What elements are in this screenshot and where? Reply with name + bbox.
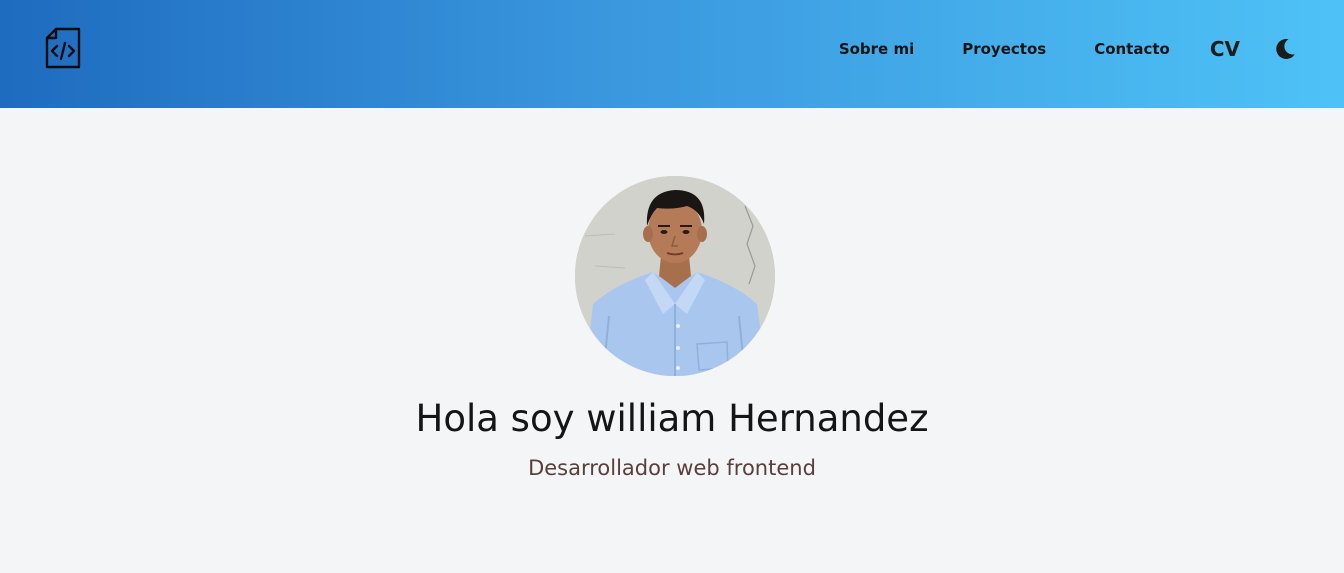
theme-toggle-button[interactable]	[1272, 36, 1298, 62]
hero-section: Hola soy william Hernandez Desarrollador…	[0, 108, 1344, 573]
hero-subtitle: Desarrollador web frontend	[528, 456, 816, 480]
site-header: Sobre mi Proyectos Contacto CV	[0, 0, 1344, 108]
moon-icon	[1276, 38, 1295, 59]
avatar	[575, 176, 775, 376]
hero-title: Hola soy william Hernandez	[415, 397, 929, 440]
nav-link-sobre-mi[interactable]: Sobre mi	[839, 40, 914, 58]
main-nav: Sobre mi Proyectos Contacto CV	[839, 0, 1344, 98]
nav-link-proyectos[interactable]: Proyectos	[962, 40, 1046, 58]
cv-link[interactable]: CV	[1210, 37, 1240, 61]
nav-link-contacto[interactable]: Contacto	[1094, 40, 1170, 58]
code-file-icon[interactable]	[44, 26, 82, 70]
